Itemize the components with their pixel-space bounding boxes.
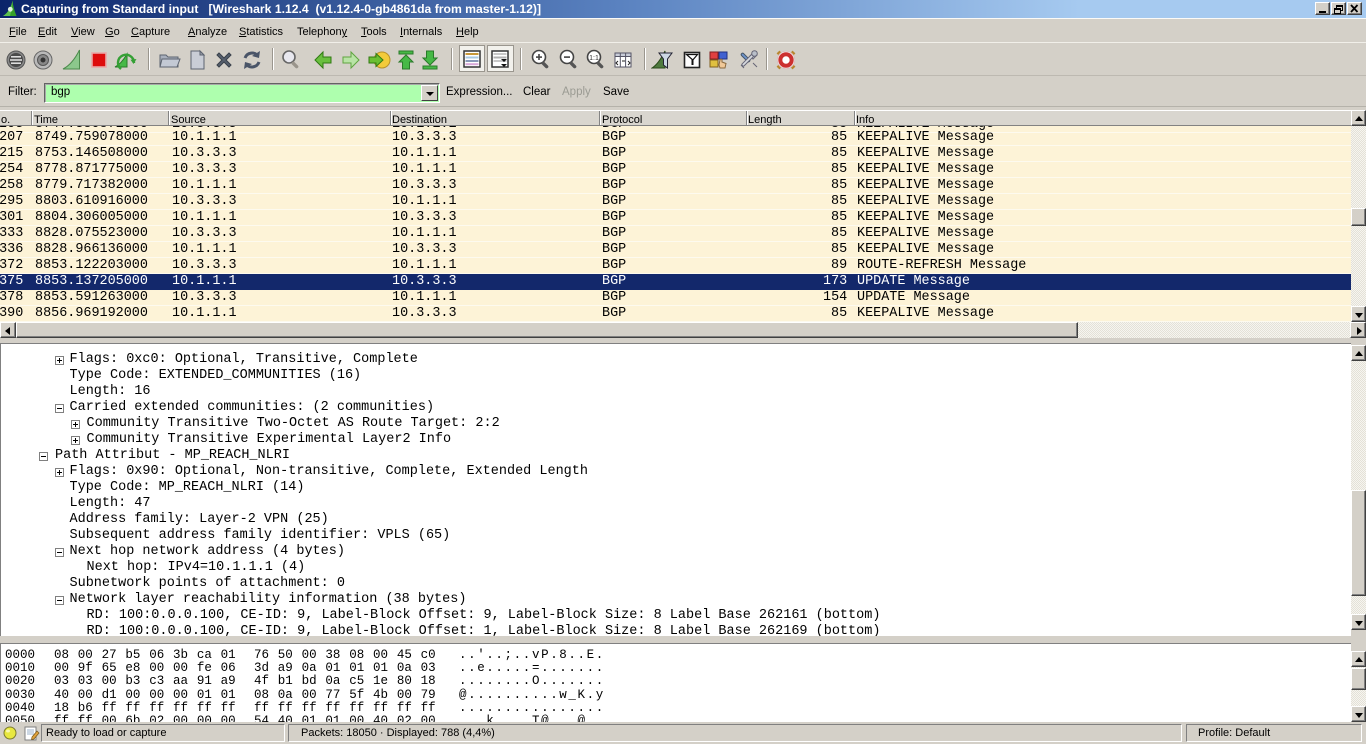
svg-text:1:1: 1:1: [589, 55, 599, 62]
